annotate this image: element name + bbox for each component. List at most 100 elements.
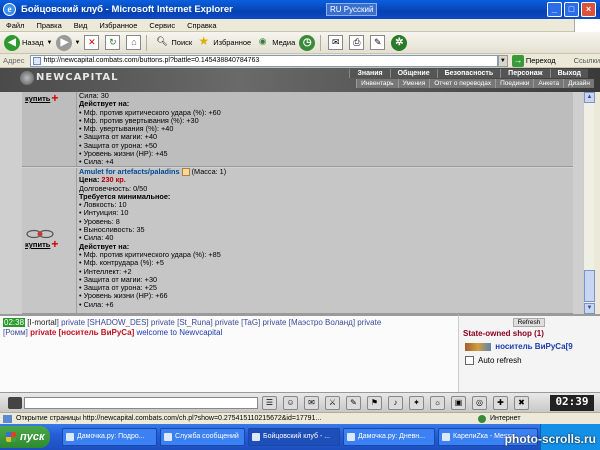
game-bottom-bar: ☰ ☺ ✉ ⚔ ✎ ⚑ ♪ ✦ ☼ ▣ ◎ ✚ ✖ 02:39 xyxy=(0,392,600,412)
game-toolbar-button-icon[interactable]: ☰ xyxy=(262,396,277,410)
scroll-up-icon[interactable]: ▲ xyxy=(584,92,595,103)
user-badges-icon xyxy=(465,342,491,351)
media-button[interactable]: ◉ Медиа xyxy=(255,35,296,50)
watermark: photo-scrolls.ru xyxy=(504,432,596,446)
nav-exit[interactable]: Выход xyxy=(549,69,588,78)
address-label: Адрес xyxy=(3,56,25,65)
address-dropdown-icon[interactable]: ▼ xyxy=(497,54,508,67)
game-toolbar-button-icon[interactable]: ⚔ xyxy=(325,396,340,410)
toolbar-separator xyxy=(320,34,322,51)
favorites-button[interactable]: ★ Избранное xyxy=(196,35,251,50)
print-icon: ⎙ xyxy=(349,35,365,50)
scroll-down-icon[interactable]: ▼ xyxy=(584,303,595,314)
online-user[interactable]: носитель ВиРуСа[9 xyxy=(465,342,573,351)
chat-input[interactable] xyxy=(24,397,258,409)
nav-chat[interactable]: Общение xyxy=(389,69,437,78)
game-toolbar-button-icon[interactable]: ✉ xyxy=(304,396,319,410)
stop-button[interactable]: ✕ xyxy=(84,35,101,50)
game-toolbar-button-icon[interactable]: ☼ xyxy=(430,396,445,410)
buy-button[interactable]: купить + xyxy=(25,228,58,250)
item-stat-line: Сила: 30 xyxy=(79,92,109,100)
home-button[interactable]: ⌂ xyxy=(126,35,143,50)
auto-refresh-toggle[interactable]: Auto refresh xyxy=(465,356,522,365)
taskbar-item[interactable]: Дамочка.ру: Дневн... xyxy=(343,428,435,446)
language-indicator[interactable]: RU Русский xyxy=(326,3,378,16)
start-button[interactable]: пуск xyxy=(0,426,50,448)
nav-transfers[interactable]: Отчет о переводах xyxy=(429,79,496,88)
nav-character[interactable]: Персонаж xyxy=(500,69,550,78)
nav-skills[interactable]: Умения xyxy=(397,79,430,88)
status-bar: Открытие страницы http://newcapital.comb… xyxy=(0,412,600,424)
chat-segment[interactable]: welcome to Newvcapital xyxy=(134,328,223,337)
chat-mode-icon[interactable] xyxy=(8,397,22,409)
forward-dropdown-icon[interactable]: ▼ xyxy=(74,40,80,46)
menu-edit[interactable]: Правка xyxy=(30,21,67,30)
auto-refresh-checkbox[interactable] xyxy=(465,356,474,365)
game-toolbar-button-icon[interactable]: ✚ xyxy=(493,396,508,410)
minimize-button[interactable]: _ xyxy=(547,2,562,17)
game-toolbar-button-icon[interactable]: ◎ xyxy=(472,396,487,410)
refresh-button[interactable]: Refresh xyxy=(513,318,545,327)
nav-security[interactable]: Безопасность xyxy=(436,69,501,78)
game-clock: 02:39 xyxy=(550,395,594,411)
taskbar-item-active[interactable]: Бойцовский клуб - ... xyxy=(248,428,340,446)
menu-tools[interactable]: Сервис xyxy=(143,21,181,30)
game-toolbar-button-icon[interactable]: ▣ xyxy=(451,396,466,410)
game-toolbar-button-icon[interactable]: ♪ xyxy=(388,396,403,410)
item-stat-line: • Интуиция: 10 xyxy=(79,208,129,218)
game-toolbar-button-icon[interactable]: ⚑ xyxy=(367,396,382,410)
game-toolbar-button-icon[interactable]: ☺ xyxy=(283,396,298,410)
game-toolbar-button-icon[interactable]: ✖ xyxy=(514,396,529,410)
price-label: Цена: xyxy=(79,175,100,185)
history-button[interactable]: ◷ xyxy=(299,34,317,51)
status-text: Открытие страницы http://newcapital.comb… xyxy=(16,415,322,422)
menu-favorites[interactable]: Избранное xyxy=(93,21,143,30)
forward-arrow-icon: ▶ xyxy=(56,34,73,51)
nav-inventory[interactable]: Инвентарь xyxy=(356,79,398,88)
title-bar: e Бойцовский клуб - Microsoft Internet E… xyxy=(0,0,600,19)
maximize-button[interactable]: □ xyxy=(564,2,579,17)
item-description: Сила: 30 Действует на: • Мф. против критич… xyxy=(79,92,569,167)
go-button[interactable]: → Переход xyxy=(511,54,556,67)
item-stat-line: • Уровень: 8 xyxy=(79,216,120,226)
links-button[interactable]: Ссылки xyxy=(574,56,600,65)
price-value: 230 кр. xyxy=(101,175,126,185)
chat-segment[interactable]: ] private [SHADOW_DES] private [St_Runa]… xyxy=(57,318,382,327)
refresh-button[interactable]: ↻ xyxy=(105,35,122,50)
chat-segment[interactable]: I-mortal xyxy=(30,318,57,327)
game-nav-top: Знания Общение Безопасность Персонаж Вых… xyxy=(349,69,588,78)
game-toolbar-button-icon[interactable]: ✎ xyxy=(346,396,361,410)
star-icon: ★ xyxy=(198,34,210,48)
menu-view[interactable]: Вид xyxy=(68,21,94,30)
mail-button[interactable]: ✉ xyxy=(328,35,345,50)
taskbar-item[interactable]: Служба сообщений xyxy=(160,428,245,446)
nav-profile[interactable]: Анкета xyxy=(533,79,564,88)
back-dropdown-icon[interactable]: ▼ xyxy=(47,40,53,46)
buy-button[interactable]: купить + xyxy=(25,92,58,104)
edit-button[interactable]: ✎ xyxy=(370,35,387,50)
history-icon: ◷ xyxy=(299,34,316,51)
page-scrollbar[interactable]: ▲ ▼ xyxy=(583,92,595,314)
buy-column: купить + xyxy=(22,168,77,313)
forward-button[interactable]: ▶ ▼ xyxy=(56,34,80,51)
back-button[interactable]: ◀ Назад ▼ xyxy=(4,34,53,51)
game-header: NEWCAPITAL Знания Общение Безопасность П… xyxy=(0,68,600,92)
page-icon xyxy=(33,56,42,65)
game-toolbar-button-icon[interactable]: ✦ xyxy=(409,396,424,410)
close-button[interactable]: × xyxy=(581,2,596,17)
scroll-thumb[interactable] xyxy=(584,270,595,302)
messenger-button[interactable]: ✲ xyxy=(391,34,409,51)
menu-help[interactable]: Справка xyxy=(181,21,222,30)
item-stat-line: • Выносливость: 35 xyxy=(79,225,145,235)
online-panel: Refresh State-owned shop (1) носитель Ви… xyxy=(458,314,600,392)
menu-file[interactable]: Файл xyxy=(0,21,30,30)
chat-segment[interactable]: private [носитель ВиРуСа] xyxy=(30,328,134,337)
print-button[interactable]: ⎙ xyxy=(349,35,366,50)
nav-knowledge[interactable]: Знания xyxy=(349,69,390,78)
nav-design[interactable]: Дизайн xyxy=(563,79,594,88)
taskbar-item[interactable]: Дамочка.ру: Подро... xyxy=(62,428,157,446)
chat-segment[interactable]: [Ромм] xyxy=(3,328,30,337)
search-button[interactable]: 🔍︎ Поиск xyxy=(154,35,192,50)
address-input[interactable]: http://newcapital.combats.com/buttons.pl… xyxy=(30,54,498,67)
nav-fights[interactable]: Поединки xyxy=(495,79,534,88)
